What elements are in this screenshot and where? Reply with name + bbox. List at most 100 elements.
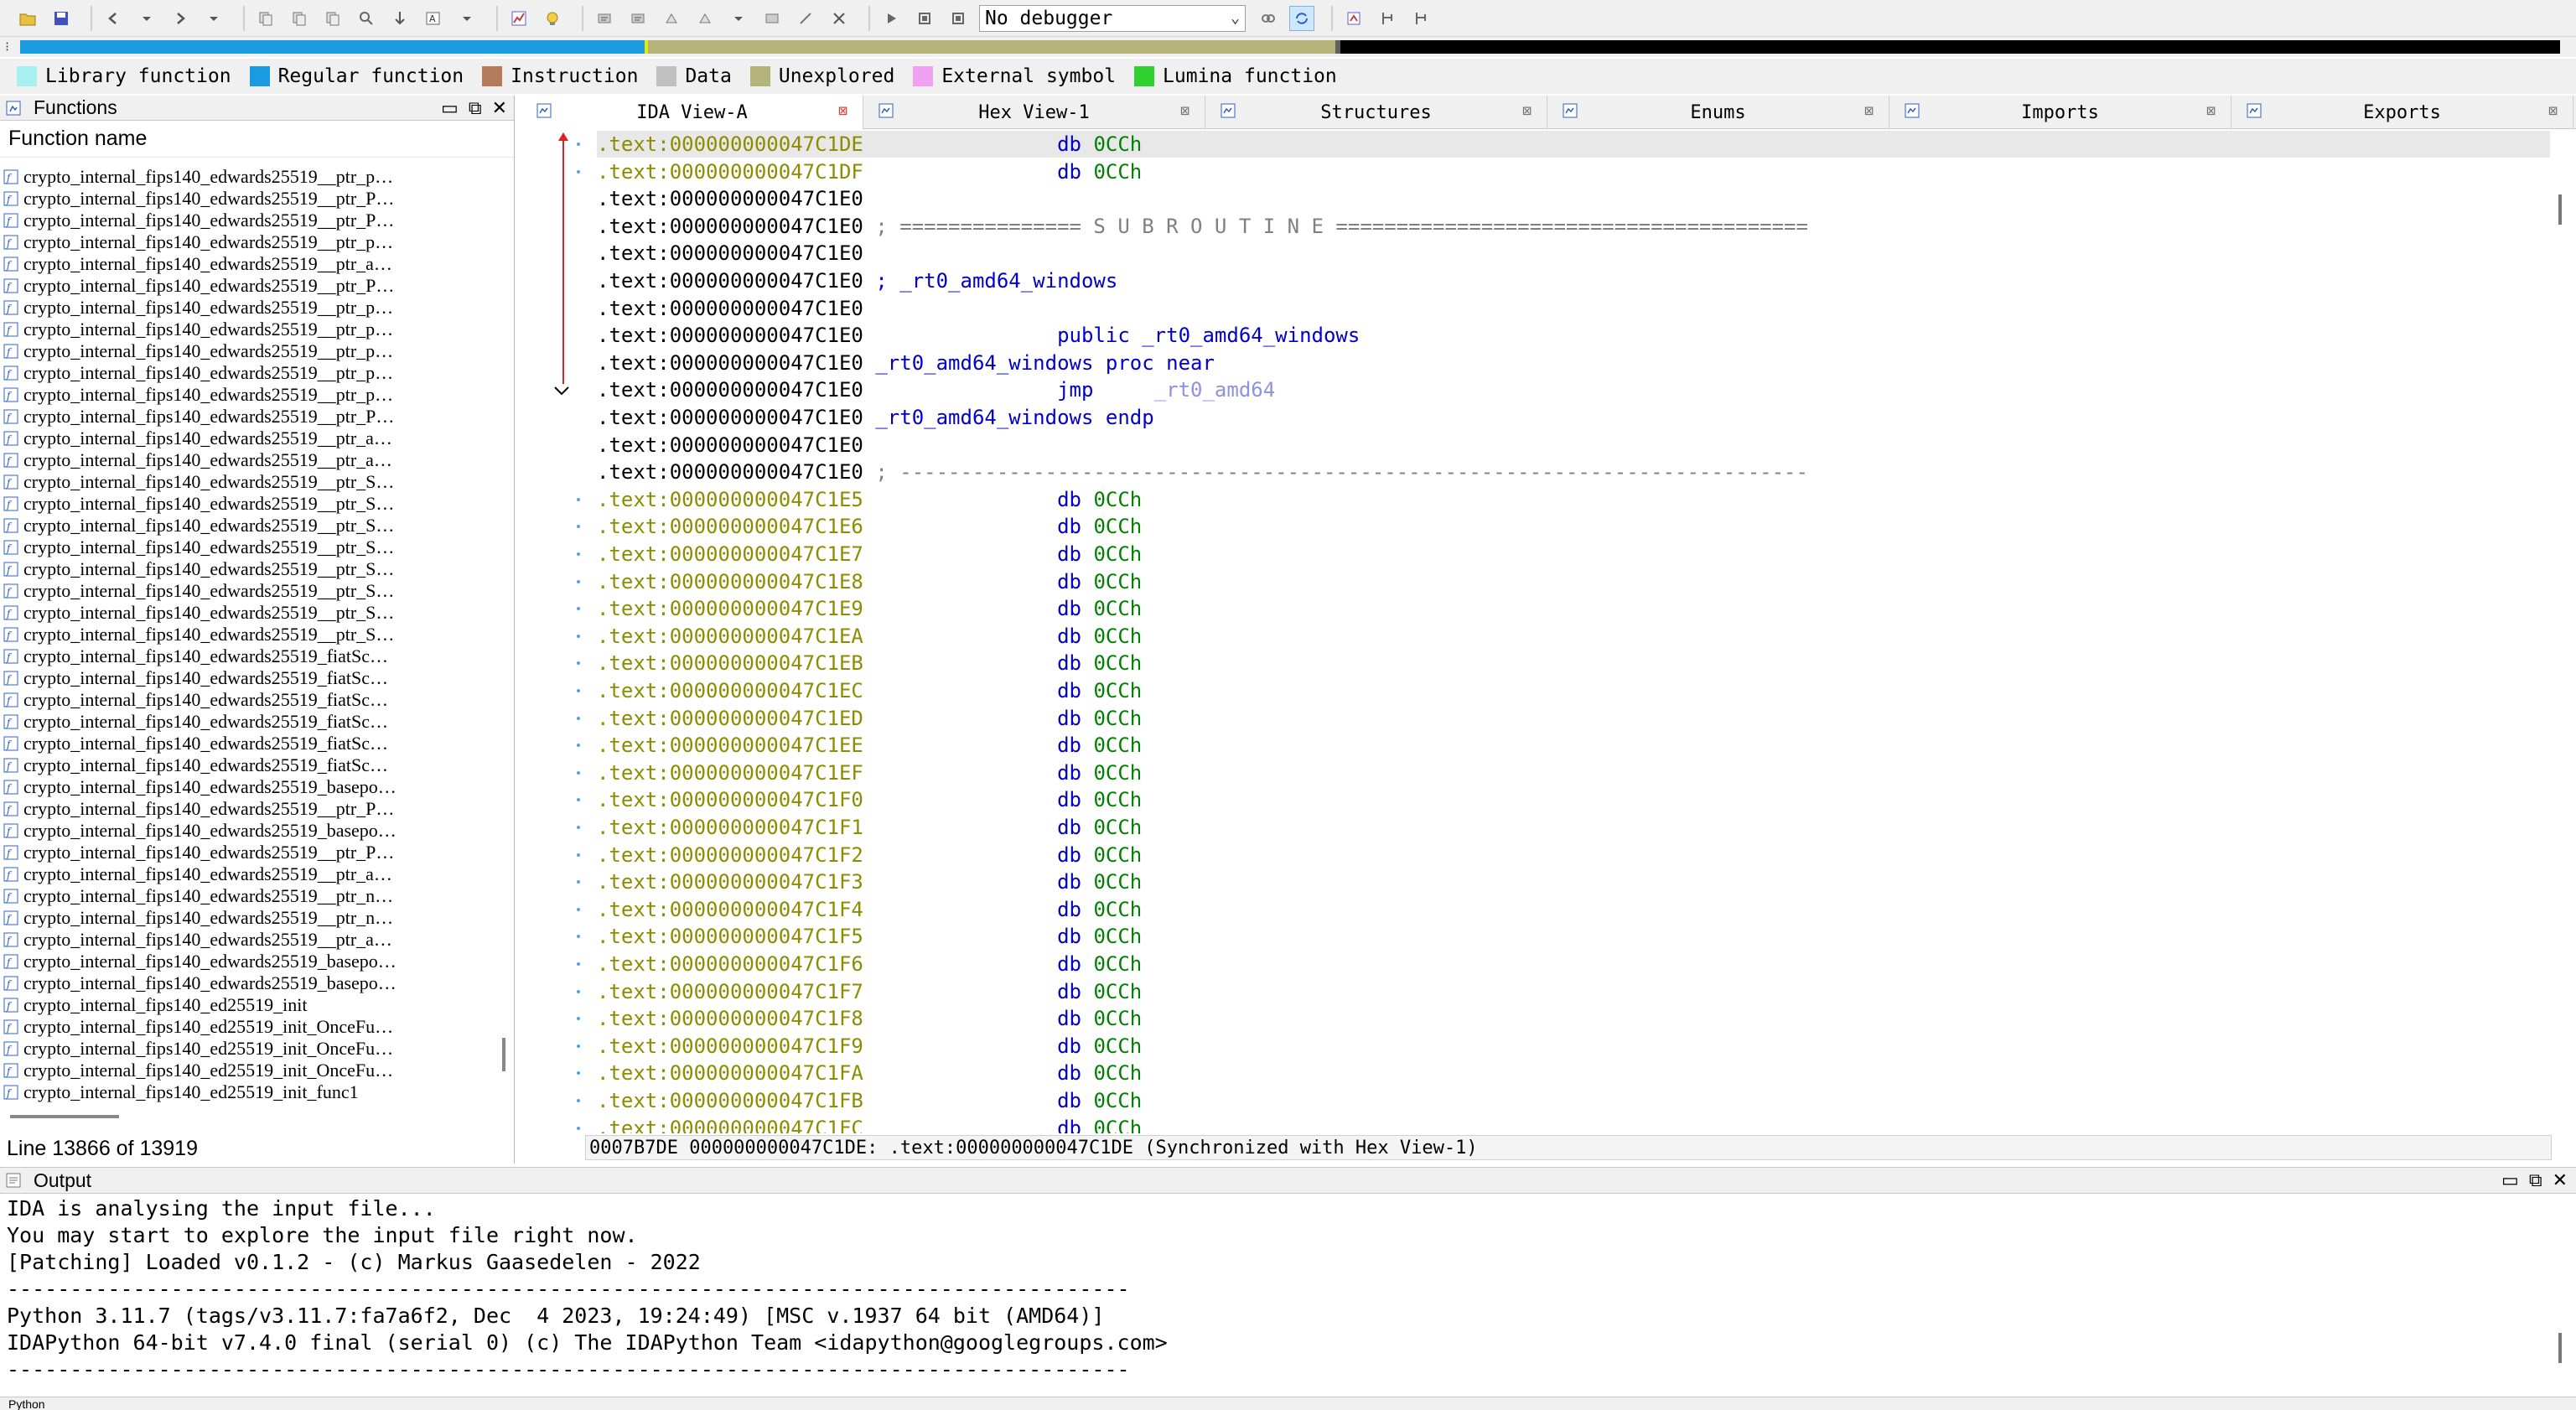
tab-structures[interactable]: Structures ⊠	[1205, 96, 1547, 129]
disasm-line[interactable]: .text:000000000047C1F7 db 0CCh	[597, 978, 2550, 1005]
function-list-item[interactable]: f crypto_internal_fips140_edwards25519__p…	[0, 580, 495, 602]
function-list-item[interactable]: f crypto_internal_fips140_edwards25519__p…	[0, 275, 495, 297]
disassembly-vertical-scrollbar[interactable]	[2558, 194, 2562, 225]
close-tab-icon[interactable]: ⊠	[2206, 102, 2216, 120]
functions-list[interactable]: f crypto_internal_fips140_edwards25519__p…	[0, 166, 495, 1200]
function-list-item[interactable]: f crypto_internal_fips140_edwards25519__p…	[0, 885, 495, 907]
string-icon[interactable]	[659, 6, 684, 31]
function-list-item[interactable]: f crypto_internal_fips140_edwards25519__p…	[0, 210, 495, 231]
disasm-line[interactable]: .text:000000000047C1F4 db 0CCh	[597, 896, 2550, 923]
sync-icon[interactable]	[1289, 5, 1314, 31]
jump-icon[interactable]	[387, 6, 412, 31]
open-icon[interactable]	[15, 6, 40, 31]
function-list-item[interactable]: f crypto_internal_fips140_edwards25519_fi…	[0, 689, 495, 711]
function-list-item[interactable]: f crypto_internal_fips140_edwards25519__p…	[0, 842, 495, 863]
function-list-item[interactable]: f crypto_internal_fips140_edwards25519__p…	[0, 798, 495, 820]
disasm-line[interactable]: .text:000000000047C1E0 _rt0_amd64_window…	[597, 350, 2550, 376]
function-list-item[interactable]: f crypto_internal_fips140_edwards25519__p…	[0, 863, 495, 885]
operand-symbol[interactable]: _rt0_amd64	[1154, 378, 1276, 402]
function-list-item[interactable]: f crypto_internal_fips140_edwards25519__p…	[0, 231, 495, 253]
disasm-line[interactable]: .text:000000000047C1F8 db 0CCh	[597, 1005, 2550, 1032]
function-list-item[interactable]: f crypto_internal_fips140_edwards25519__p…	[0, 515, 495, 537]
array-icon[interactable]	[692, 6, 718, 31]
function-list-item[interactable]: f crypto_internal_fips140_edwards25519__p…	[0, 602, 495, 624]
debugger-select[interactable]: No debugger ⌄	[979, 4, 1246, 32]
text-search-dropdown-icon[interactable]	[454, 6, 479, 31]
disasm-line[interactable]: .text:000000000047C1DE db 0CCh	[597, 131, 2550, 158]
python-input-bar[interactable]: Python	[0, 1397, 2576, 1410]
disasm-line[interactable]: .text:000000000047C1E0	[597, 240, 2550, 267]
disasm-line[interactable]: .text:000000000047C1EA db 0CCh	[597, 623, 2550, 650]
disasm-line[interactable]: .text:000000000047C1EB db 0CCh	[597, 650, 2550, 676]
patch-icon[interactable]	[1408, 6, 1433, 31]
forward-dropdown-icon[interactable]	[201, 6, 226, 31]
maximize-icon[interactable]: ▭	[2501, 1169, 2519, 1191]
pause-icon[interactable]	[912, 6, 937, 31]
navigation-band[interactable]: ⁝	[0, 37, 2576, 57]
function-list-item[interactable]: f crypto_internal_fips140_edwards25519_fi…	[0, 754, 495, 776]
close-tab-icon[interactable]: ⊠	[1864, 102, 1874, 120]
stop-icon[interactable]	[946, 6, 971, 31]
function-list-item[interactable]: f crypto_internal_fips140_edwards25519_ba…	[0, 820, 495, 842]
restore-icon[interactable]: ⧉	[2529, 1169, 2542, 1191]
branch-icon[interactable]	[1375, 6, 1400, 31]
disasm-line[interactable]: .text:000000000047C1FC db 0CCh	[597, 1115, 2550, 1133]
disasm-line[interactable]: .text:000000000047C1E0 ; ===============…	[597, 213, 2550, 240]
data-icon[interactable]	[625, 6, 650, 31]
function-list-item[interactable]: f crypto_internal_fips140_ed25519_init_On…	[0, 1060, 495, 1081]
function-list-item[interactable]: f crypto_internal_fips140_edwards25519__p…	[0, 340, 495, 362]
play-icon[interactable]	[879, 6, 904, 31]
output-console[interactable]: IDA is analysing the input file... You ma…	[0, 1195, 2548, 1397]
operand-symbol[interactable]: _rt0_amd64_windows	[1142, 324, 1360, 347]
disasm-line[interactable]: .text:000000000047C1FA db 0CCh	[597, 1060, 2550, 1086]
attach-icon[interactable]	[1256, 6, 1281, 31]
function-name-column-header[interactable]: Function name	[0, 121, 514, 158]
tab-enums[interactable]: Enums ⊠	[1547, 96, 1889, 129]
disasm-line[interactable]: .text:000000000047C1DF db 0CCh	[597, 158, 2550, 185]
function-list-item[interactable]: f crypto_internal_fips140_edwards25519__p…	[0, 537, 495, 558]
code-icon[interactable]	[592, 6, 617, 31]
function-list-item[interactable]: f crypto_internal_fips140_edwards25519__p…	[0, 297, 495, 319]
disasm-line[interactable]: .text:000000000047C1E0	[597, 432, 2550, 459]
function-list-item[interactable]: f crypto_internal_fips140_edwards25519__p…	[0, 558, 495, 580]
function-list-item[interactable]: f crypto_internal_fips140_edwards25519__p…	[0, 406, 495, 428]
tab-hex-view-1[interactable]: Hex View-1 ⊠	[863, 96, 1205, 129]
disasm-line[interactable]: .text:000000000047C1E7 db 0CCh	[597, 541, 2550, 568]
function-list-item[interactable]: f crypto_internal_fips140_edwards25519_ba…	[0, 951, 495, 972]
array-dropdown-icon[interactable]	[726, 6, 751, 31]
back-dropdown-icon[interactable]	[134, 6, 159, 31]
function-list-item[interactable]: f crypto_internal_fips140_edwards25519__p…	[0, 907, 495, 929]
save-icon[interactable]	[49, 6, 74, 31]
function-list-item[interactable]: f crypto_internal_fips140_edwards25519__p…	[0, 493, 495, 515]
function-list-item[interactable]: f crypto_internal_fips140_edwards25519__p…	[0, 624, 495, 645]
disasm-line[interactable]: .text:000000000047C1F6 db 0CCh	[597, 951, 2550, 977]
output-vertical-scrollbar[interactable]	[2558, 1333, 2562, 1363]
function-list-item[interactable]: f crypto_internal_fips140_edwards25519_fi…	[0, 645, 495, 667]
disasm-line[interactable]: .text:000000000047C1E9 db 0CCh	[597, 595, 2550, 622]
graph-icon[interactable]	[506, 6, 531, 31]
functions-vertical-scrollbar[interactable]	[502, 1038, 505, 1071]
disasm-line[interactable]: .text:000000000047C1E6 db 0CCh	[597, 513, 2550, 540]
function-list-item[interactable]: f crypto_internal_fips140_edwards25519_ba…	[0, 776, 495, 798]
disasm-line[interactable]: .text:000000000047C1E0	[597, 185, 2550, 212]
function-list-item[interactable]: f crypto_internal_fips140_ed25519_init_fu…	[0, 1081, 495, 1103]
disasm-line[interactable]: .text:000000000047C1E0 jmp _rt0_amd64	[597, 376, 2550, 403]
disasm-line[interactable]: .text:000000000047C1E0 ; _rt0_amd64_wind…	[597, 267, 2550, 294]
close-icon[interactable]	[827, 6, 852, 31]
disasm-line[interactable]: .text:000000000047C1E5 db 0CCh	[597, 486, 2550, 513]
disasm-line[interactable]: .text:000000000047C1EE db 0CCh	[597, 732, 2550, 759]
restore-icon[interactable]: ⧉	[469, 97, 482, 119]
forward-icon[interactable]	[168, 6, 193, 31]
disasm-line[interactable]: .text:000000000047C1E0 _rt0_amd64_window…	[597, 404, 2550, 431]
function-list-item[interactable]: f crypto_internal_fips140_edwards25519_fi…	[0, 667, 495, 689]
disasm-line[interactable]: .text:000000000047C1ED db 0CCh	[597, 705, 2550, 732]
function-list-item[interactable]: f crypto_internal_fips140_ed25519_init_On…	[0, 1016, 495, 1038]
disasm-line[interactable]: .text:000000000047C1F3 db 0CCh	[597, 868, 2550, 895]
function-list-item[interactable]: f crypto_internal_fips140_edwards25519__p…	[0, 319, 495, 340]
disasm-line[interactable]: .text:000000000047C1E8 db 0CCh	[597, 568, 2550, 595]
lightbulb-icon[interactable]	[540, 6, 565, 31]
function-list-item[interactable]: f crypto_internal_fips140_edwards25519__p…	[0, 471, 495, 493]
function-list-item[interactable]: f crypto_internal_fips140_ed25519_init_On…	[0, 1038, 495, 1060]
find-icon[interactable]	[354, 6, 379, 31]
function-list-item[interactable]: f crypto_internal_fips140_edwards25519__p…	[0, 929, 495, 951]
